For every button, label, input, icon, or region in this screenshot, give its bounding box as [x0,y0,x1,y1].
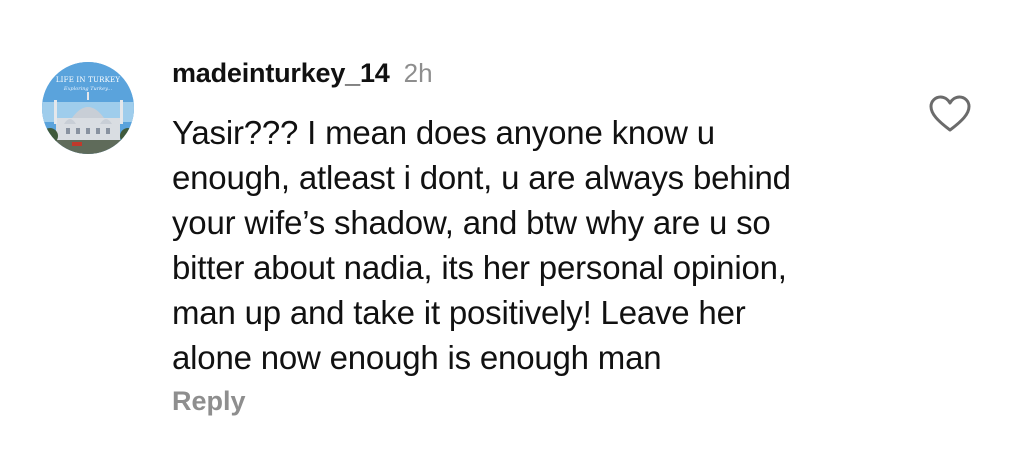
comment-text: Yasir??? I mean does anyone know u enoug… [172,110,912,380]
avatar-title: LIFE IN TURKEY [55,76,121,84]
comment: LIFE IN TURKEY Exploring Turkey... madei… [0,0,1024,458]
comment-text-line: your wife’s shadow, and btw why are u so [172,204,771,241]
avatar-subtitle: Exploring Turkey... [63,86,113,92]
avatar[interactable]: LIFE IN TURKEY Exploring Turkey... [42,62,134,154]
heart-outline-icon [929,95,971,132]
username-link[interactable]: madeinturkey_14 [172,58,390,89]
comment-text-line: Yasir??? I mean does anyone know u [172,114,715,151]
comment-text-line: alone now enough is enough man [172,339,662,376]
comment-text-line: bitter about nadia, its her personal opi… [172,249,787,286]
reply-button[interactable]: Reply [172,386,246,417]
timestamp: 2h [403,58,433,88]
comment-text-line: man up and take it positively! Leave her [172,294,746,331]
comment-header: madeinturkey_14 2h [172,58,433,92]
like-button[interactable] [928,94,972,134]
comment-text-line: enough, atleast i dont, u are always beh… [172,159,791,196]
